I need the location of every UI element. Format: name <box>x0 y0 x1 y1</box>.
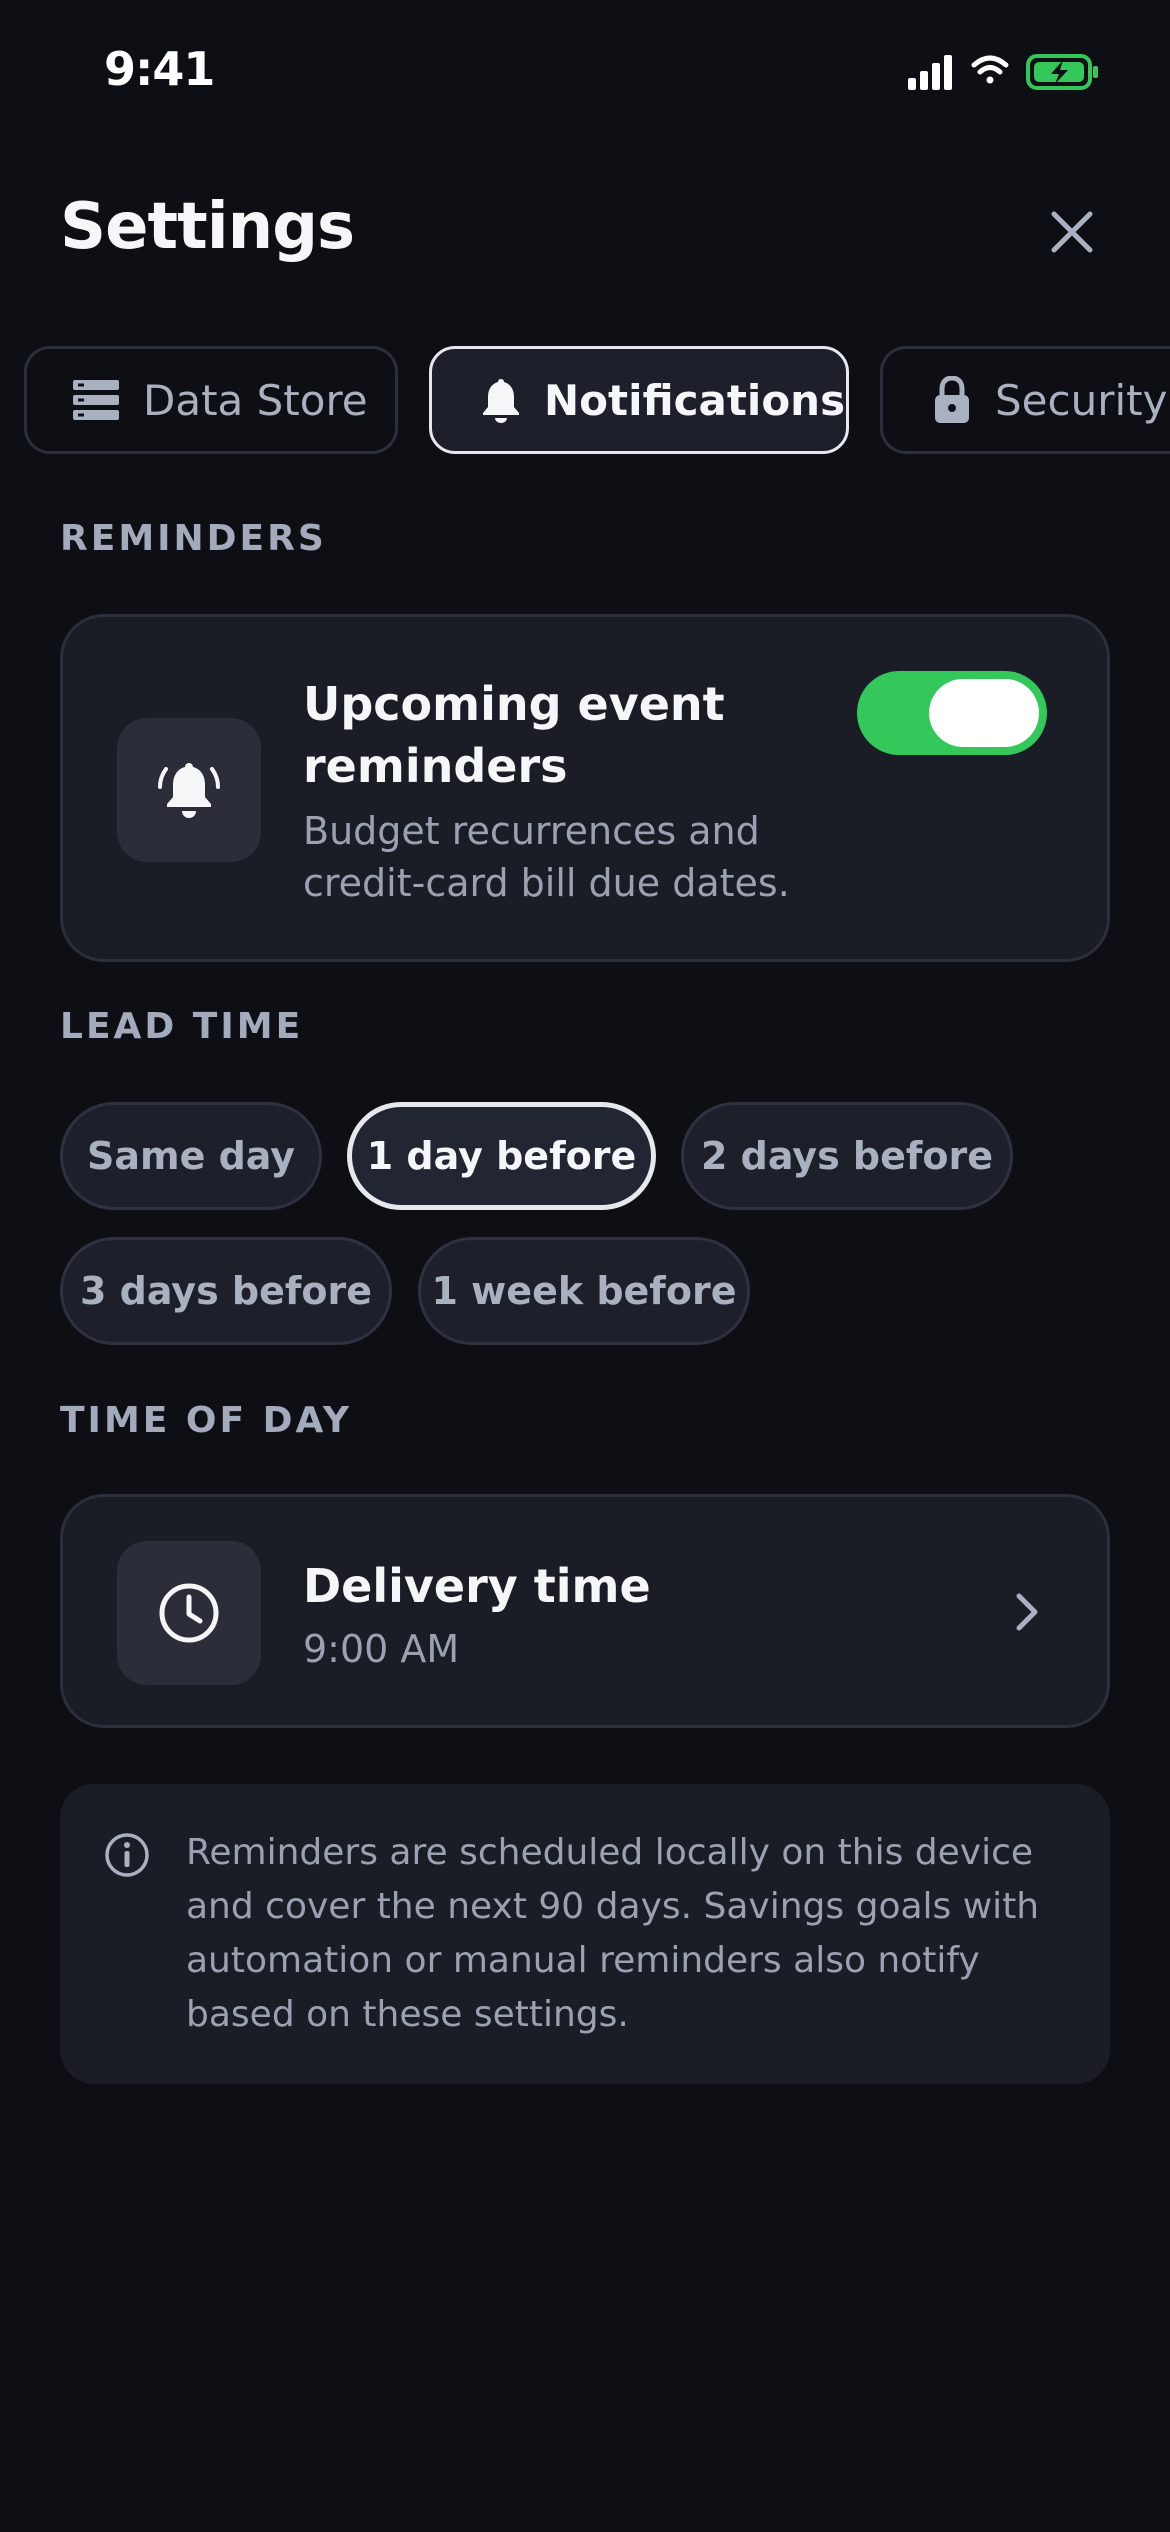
lead-time-option-3-days[interactable]: 3 days before <box>60 1237 392 1345</box>
lock-icon <box>933 376 971 424</box>
chevron-right-icon <box>1013 1592 1041 1636</box>
bell-icon <box>482 377 520 423</box>
reminders-subtitle-line: Budget recurrences and <box>303 809 760 853</box>
delivery-time-value: 9:00 AM <box>303 1627 460 1671</box>
tab-label: Data Store <box>143 375 368 425</box>
lead-time-option-same-day[interactable]: Same day <box>60 1102 322 1210</box>
lead-time-option-2-days[interactable]: 2 days before <box>681 1102 1013 1210</box>
delivery-time-title: Delivery time <box>303 1559 651 1613</box>
reminders-title-line: reminders <box>303 739 568 793</box>
toggle-knob <box>929 679 1039 747</box>
tab-label: Notifications <box>544 375 846 425</box>
section-label-reminders: REMINDERS <box>60 518 327 559</box>
tab-security[interactable]: Security <box>880 346 1170 454</box>
clock-icon-tile <box>117 1541 261 1685</box>
section-label-lead-time: LEAD TIME <box>60 1006 304 1047</box>
battery-charging-icon <box>1026 54 1098 90</box>
reminders-title: Upcoming event reminders <box>303 673 725 797</box>
reminders-subtitle-line: credit-card bill due dates. <box>303 861 790 905</box>
close-icon <box>1051 211 1093 253</box>
cellular-signal-icon <box>908 55 952 90</box>
tab-notifications[interactable]: Notifications <box>429 346 849 454</box>
clock-icon <box>159 1583 219 1643</box>
info-text: Reminders are scheduled locally on this … <box>186 1832 1040 2035</box>
status-time: 9:41 <box>104 42 215 96</box>
wifi-icon <box>971 55 1009 84</box>
delivery-time-row[interactable]: Delivery time 9:00 AM <box>60 1494 1110 1728</box>
status-icons <box>908 50 1118 94</box>
bell-ringing-icon <box>158 763 220 818</box>
reminders-card: Upcoming event reminders Budget recurren… <box>60 614 1110 962</box>
close-button[interactable] <box>1040 200 1104 264</box>
reminders-title-line: Upcoming event <box>303 677 725 731</box>
lead-time-option-1-week[interactable]: 1 week before <box>418 1237 750 1345</box>
database-icon <box>73 380 119 420</box>
info-box: Reminders are scheduled locally on this … <box>60 1784 1110 2084</box>
lead-time-option-1-day[interactable]: 1 day before <box>347 1102 656 1210</box>
section-label-time-of-day: TIME OF DAY <box>60 1400 352 1441</box>
reminders-toggle[interactable] <box>857 671 1047 755</box>
reminders-subtitle: Budget recurrences and credit-card bill … <box>303 805 790 909</box>
page-title: Settings <box>60 190 355 264</box>
info-icon <box>104 1832 150 1882</box>
tab-label: Security <box>995 375 1168 425</box>
tab-data-store[interactable]: Data Store <box>24 346 398 454</box>
reminder-icon-tile <box>117 718 261 862</box>
